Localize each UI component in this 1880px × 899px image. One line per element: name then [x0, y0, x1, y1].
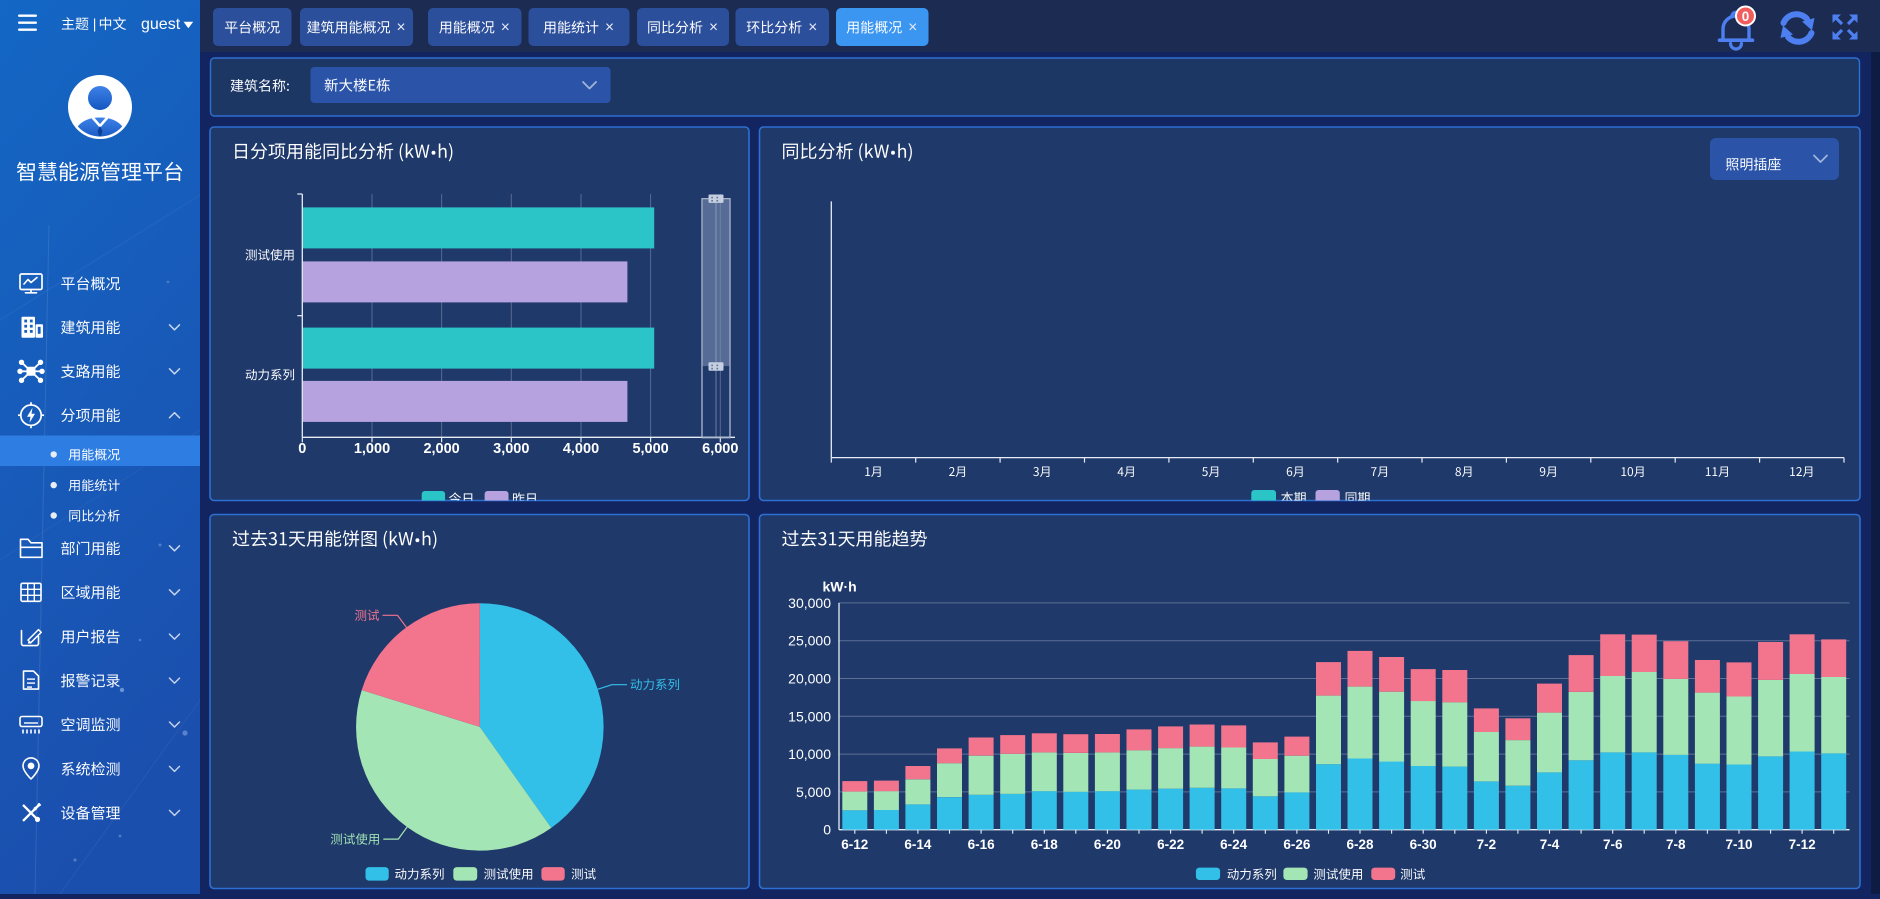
- svg-text:6-20: 6-20: [1094, 837, 1121, 852]
- svg-text:|: |: [93, 15, 97, 31]
- svg-text:0: 0: [298, 441, 306, 457]
- svg-text:1,000: 1,000: [354, 441, 390, 457]
- svg-text:30,000: 30,000: [788, 595, 831, 611]
- svg-text:10,000: 10,000: [788, 746, 831, 762]
- svg-text:2,000: 2,000: [423, 441, 459, 457]
- svg-text:5,000: 5,000: [796, 784, 831, 800]
- svg-text:5,000: 5,000: [632, 441, 668, 457]
- svg-text:×: ×: [709, 19, 718, 36]
- svg-text:6-28: 6-28: [1346, 837, 1374, 852]
- svg-text:7-6: 7-6: [1603, 837, 1623, 852]
- svg-text:6-12: 6-12: [841, 837, 868, 852]
- svg-text:×: ×: [808, 19, 817, 36]
- svg-text:7-2: 7-2: [1477, 837, 1497, 852]
- svg-text:6-24: 6-24: [1220, 837, 1248, 852]
- svg-text:kW·h: kW·h: [823, 579, 857, 595]
- svg-text:guest: guest: [141, 16, 181, 33]
- svg-text:6-14: 6-14: [904, 837, 932, 852]
- svg-text:15,000: 15,000: [788, 708, 831, 724]
- svg-text:6-18: 6-18: [1031, 837, 1059, 852]
- svg-text:×: ×: [605, 19, 614, 36]
- svg-text:×: ×: [908, 19, 917, 36]
- svg-text:×: ×: [397, 19, 406, 36]
- svg-text:7-12: 7-12: [1789, 837, 1816, 852]
- svg-text:25,000: 25,000: [788, 633, 831, 649]
- svg-text:6-22: 6-22: [1157, 837, 1184, 852]
- svg-text:4,000: 4,000: [563, 441, 599, 457]
- svg-text:20,000: 20,000: [788, 671, 831, 687]
- svg-text:0: 0: [1742, 9, 1750, 24]
- svg-text:6,000: 6,000: [702, 441, 738, 457]
- svg-text:3,000: 3,000: [493, 441, 529, 457]
- svg-text:0: 0: [823, 822, 831, 838]
- svg-text:7-10: 7-10: [1725, 837, 1752, 852]
- svg-text:6-26: 6-26: [1283, 837, 1311, 852]
- svg-text:6-16: 6-16: [968, 837, 996, 852]
- svg-text:6-30: 6-30: [1410, 837, 1437, 852]
- svg-text:×: ×: [501, 19, 510, 36]
- svg-text:7-8: 7-8: [1666, 837, 1686, 852]
- svg-text:7-4: 7-4: [1540, 837, 1560, 852]
